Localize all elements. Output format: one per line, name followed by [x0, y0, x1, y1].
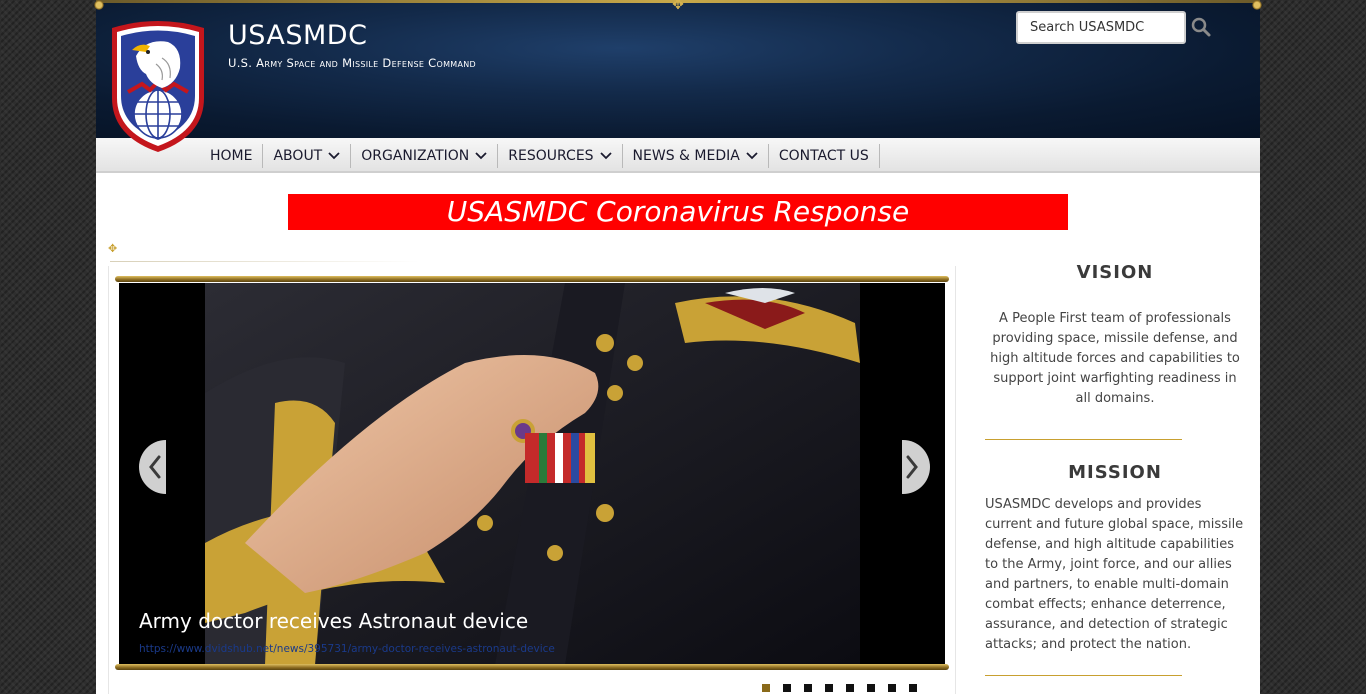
uniform-photo-illustration — [205, 283, 860, 665]
chevron-down-icon — [599, 151, 612, 159]
slider-bottom-border — [115, 664, 949, 670]
nav-item-label: RESOURCES — [508, 147, 594, 164]
news-slide[interactable]: Army doctor receives Astronaut device ht… — [119, 283, 945, 665]
chevron-down-icon — [328, 151, 340, 159]
slider-dot[interactable] — [804, 684, 812, 692]
slider-dot[interactable] — [909, 684, 917, 692]
nav-item-label: ABOUT — [273, 147, 323, 164]
site-subtitle: U.S. Army Space and Missile Defense Comm… — [228, 56, 477, 70]
vision-mission-column: VISION A People First team of profession… — [985, 262, 1245, 676]
nav-item-resources[interactable]: RESOURCES — [498, 143, 623, 168]
nav-item-organization[interactable]: ORGANIZATION — [351, 143, 499, 168]
nav-item-label: NEWS & MEDIA — [632, 147, 740, 164]
search-button[interactable] — [1190, 16, 1212, 38]
nav-items: HOME ABOUT ORGANIZATION RESOURCES NEWS &… — [200, 138, 880, 173]
logo[interactable] — [106, 18, 210, 156]
divider — [110, 261, 420, 262]
column-divider — [985, 675, 1182, 676]
top-ornament-icon: ✥ — [672, 0, 684, 13]
site-header: ✥ USASMDC U.S. Army Space and Missile De… — [94, 0, 1262, 138]
slider-dot[interactable] — [762, 684, 770, 692]
vision-text: A People First team of professionals pro… — [990, 311, 1240, 406]
coronavirus-banner-link[interactable]: USASMDC Coronavirus Response — [288, 194, 1068, 230]
chevron-down-icon — [746, 151, 758, 159]
slider-dot[interactable] — [783, 684, 791, 692]
nav-item-about[interactable]: ABOUT — [263, 143, 352, 168]
site-title[interactable]: USASMDC — [228, 20, 367, 51]
nav-item-label: ORGANIZATION — [361, 147, 470, 164]
search-icon — [1191, 17, 1211, 37]
slide-image — [205, 283, 860, 665]
column-divider — [985, 439, 1182, 440]
nav-item-label: HOME — [210, 147, 253, 164]
slider-dot[interactable] — [825, 684, 833, 692]
slider-pagination — [762, 684, 917, 692]
slider-dot[interactable] — [846, 684, 854, 692]
nav-item-contact-us[interactable]: CONTACT US — [769, 143, 880, 168]
corner-ornament-left — [94, 0, 104, 10]
search-input[interactable] — [1016, 11, 1186, 44]
slider-arrow-mask — [166, 416, 202, 516]
vision-heading: VISION — [1076, 262, 1154, 283]
corner-ornament-right — [1252, 0, 1262, 10]
eagle-globe-shield-icon — [112, 21, 204, 152]
chevron-down-icon — [475, 151, 487, 159]
slide-source-link[interactable]: https://www.dvidshub.net/news/395731/arm… — [139, 643, 555, 655]
ornament-icon: ✥ — [108, 242, 118, 255]
slider-top-border — [115, 276, 949, 282]
slider-arrow-mask — [866, 416, 902, 516]
mission-heading: MISSION — [1068, 462, 1162, 483]
slider-dot[interactable] — [867, 684, 875, 692]
page-container: ✥ USASMDC U.S. Army Space and Missile De… — [94, 0, 1262, 694]
nav-item-label: CONTACT US — [778, 147, 869, 164]
nav-item-news-media[interactable]: NEWS & MEDIA — [623, 143, 769, 168]
mission-text: USASMDC develops and provides current an… — [985, 497, 1244, 652]
main-nav: HOME ABOUT ORGANIZATION RESOURCES NEWS &… — [96, 138, 1260, 173]
slide-caption[interactable]: Army doctor receives Astronaut device — [139, 609, 528, 633]
slider-dot[interactable] — [888, 684, 896, 692]
